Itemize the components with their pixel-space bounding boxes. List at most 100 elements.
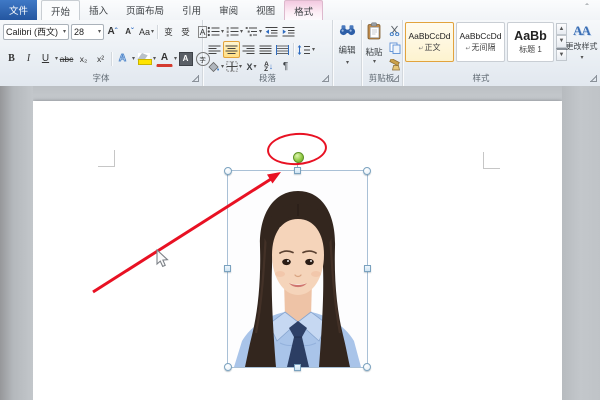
id-photo-portrait: [228, 171, 367, 367]
character-scaling-button[interactable]: 受: [177, 23, 194, 40]
resize-handle-bottom-left[interactable]: [224, 363, 232, 371]
font-dialog-launcher-icon[interactable]: [192, 75, 199, 82]
tab-insert[interactable]: 插入: [80, 0, 117, 20]
font-size-select[interactable]: 28 ▾: [71, 24, 104, 40]
format-painter-icon: [389, 59, 401, 71]
align-left-icon: [208, 45, 221, 55]
clipboard-dialog-launcher-icon[interactable]: [392, 75, 399, 82]
borders-grid-icon: [226, 61, 238, 72]
phonetic-guide-button[interactable]: 变: [160, 23, 177, 40]
numbering-icon: [226, 26, 239, 37]
style-item-heading1[interactable]: AaBb 标题 1: [507, 22, 554, 62]
shrink-font-button[interactable]: A: [121, 23, 138, 40]
distribute-icon: [276, 45, 289, 55]
decrease-indent-button[interactable]: [263, 23, 280, 40]
paste-label: 粘贴: [362, 46, 386, 58]
tab-references[interactable]: 引用: [173, 0, 210, 20]
line-spacing-button[interactable]: ▾: [296, 41, 316, 58]
copy-icon: [389, 42, 401, 54]
character-shading-button[interactable]: A: [177, 50, 194, 67]
chevron-down-icon: ▾: [240, 28, 243, 35]
decrease-indent-icon: [265, 26, 278, 37]
bullets-icon: [207, 26, 220, 37]
resize-handle-bottom-right[interactable]: [363, 363, 371, 371]
grow-font-button[interactable]: A: [104, 23, 121, 40]
style-name: ↵无间隔: [465, 42, 495, 53]
editing-dropdown-button[interactable]: 编辑 ▾: [335, 23, 359, 66]
document-canvas[interactable]: [0, 86, 600, 400]
format-painter-button[interactable]: [387, 57, 402, 72]
font-name-select[interactable]: Calibri (西文) ▾: [3, 24, 69, 40]
paragraph-group: ▾ ▾ ▾ ▾ ▾ ▾ X▾ AZ↓ ¶ 段落: [203, 20, 333, 86]
style-preview: AaBbCcDd: [408, 31, 450, 41]
divider: [111, 52, 112, 66]
cut-button[interactable]: [387, 23, 402, 38]
align-center-button[interactable]: [223, 41, 240, 58]
subscript-button[interactable]: x₂: [75, 50, 92, 67]
tab-file[interactable]: 文件: [0, 0, 37, 20]
justify-button[interactable]: [257, 41, 274, 58]
italic-button[interactable]: I: [20, 50, 37, 67]
resize-handle-top[interactable]: [294, 167, 301, 174]
superscript-button[interactable]: x²: [92, 50, 109, 67]
paragraph-style-marker: ↵: [465, 46, 470, 52]
resize-handle-bottom[interactable]: [294, 364, 301, 371]
style-item-no-spacing[interactable]: AaBbCcDd ↵无间隔: [456, 22, 505, 62]
inserted-photo[interactable]: [228, 171, 367, 367]
paragraph-style-marker: ↵: [418, 46, 423, 52]
paste-button[interactable]: 粘贴 ▾: [362, 22, 386, 65]
style-preview: AaBbCcDd: [459, 31, 501, 41]
chevron-down-icon: ▾: [254, 63, 257, 70]
align-right-button[interactable]: [240, 41, 257, 58]
chevron-down-icon: ▾: [363, 58, 386, 65]
canvas-top-shade: [0, 86, 600, 101]
highlight-color-button[interactable]: [135, 50, 152, 67]
bullets-button[interactable]: ▾: [206, 23, 225, 40]
tab-page-layout[interactable]: 页面布局: [117, 0, 173, 20]
chevron-down-icon: ▾: [221, 28, 224, 35]
paragraph-dialog-launcher-icon[interactable]: [322, 75, 329, 82]
chevron-down-icon: ▾: [98, 28, 101, 35]
tab-home[interactable]: 开始: [41, 0, 80, 21]
multilevel-list-icon: [245, 26, 258, 37]
align-right-icon: [242, 45, 255, 55]
increase-indent-button[interactable]: [280, 23, 297, 40]
copy-button[interactable]: [387, 40, 402, 55]
divider: [293, 43, 294, 57]
strikethrough-button[interactable]: abc: [58, 50, 75, 67]
font-size-value: 28: [74, 27, 84, 37]
tab-format-picture-tools[interactable]: 格式: [284, 0, 323, 20]
underline-button[interactable]: U: [37, 50, 54, 67]
change-styles-button[interactable]: AA 更改样式 ▾: [565, 23, 598, 61]
highlighter-icon: [138, 53, 150, 65]
style-name: 标题 1: [519, 44, 542, 55]
font-color-button[interactable]: A: [156, 51, 173, 67]
styles-dialog-launcher-icon[interactable]: [590, 75, 597, 82]
collapse-ribbon-icon[interactable]: ˆ: [580, 3, 594, 16]
numbering-button[interactable]: ▾: [225, 23, 244, 40]
change-case-button[interactable]: Aa▾: [138, 23, 155, 40]
justify-icon: [259, 45, 272, 55]
bold-button[interactable]: B: [3, 50, 20, 67]
multilevel-list-button[interactable]: ▾: [244, 23, 263, 40]
resize-handle-right[interactable]: [364, 265, 371, 272]
styles-group-label: 样式: [402, 72, 560, 84]
tab-review[interactable]: 审阅: [210, 0, 247, 20]
chevron-down-icon: ▾: [63, 28, 66, 35]
canvas-right-shade: [562, 86, 600, 400]
style-item-normal[interactable]: AaBbCcDd ↵正文: [405, 22, 454, 62]
resize-handle-left[interactable]: [224, 265, 231, 272]
line-spacing-icon: [297, 45, 311, 55]
chevron-down-icon: ▾: [566, 54, 598, 61]
font-name-value: Calibri (西文): [6, 25, 58, 38]
asian-layout-icon: X: [247, 62, 253, 72]
resize-handle-top-left[interactable]: [224, 167, 232, 175]
text-effects-button[interactable]: A: [114, 50, 131, 67]
distribute-button[interactable]: [274, 41, 291, 58]
clipboard-group: 粘贴 ▾ 剪贴板: [361, 20, 403, 86]
character-shading-icon: A: [179, 52, 193, 66]
tab-view[interactable]: 视图: [247, 0, 284, 20]
chevron-down-icon: ▾: [221, 63, 224, 70]
resize-handle-top-right[interactable]: [363, 167, 371, 175]
align-left-button[interactable]: [206, 41, 223, 58]
